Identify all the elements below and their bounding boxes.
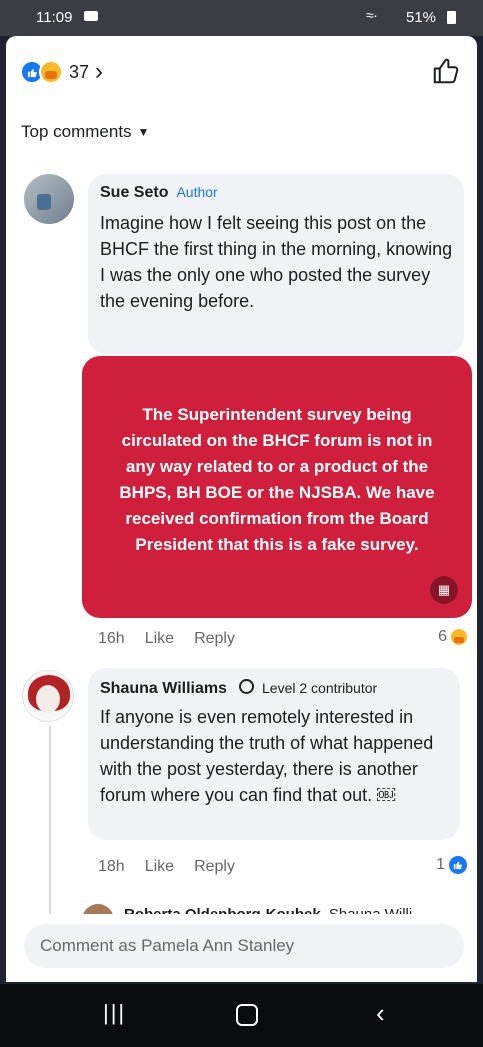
comment-reaction-count: 6 — [438, 628, 447, 645]
comment-bubble: Shauna Williams Level 2 contributor If a… — [88, 668, 460, 840]
chevron-right-icon: › — [95, 58, 104, 85]
comment-input[interactable]: Comment as Pamela Ann Stanley — [24, 924, 464, 968]
comment-actions: 18h Like Reply — [98, 858, 235, 876]
message-notification-icon — [84, 11, 98, 21]
battery-icon — [447, 11, 456, 24]
contributor-badge: Level 2 contributor — [262, 680, 378, 696]
battery-percent: 51% — [406, 9, 437, 26]
like-post-button[interactable] — [431, 56, 461, 86]
care-reaction-icon — [451, 629, 467, 645]
comment-image[interactable]: The Superintendent survey being circulat… — [82, 356, 472, 618]
system-nav-bar: ||| ‹ — [0, 984, 483, 1047]
like-button[interactable]: Like — [145, 630, 174, 648]
comment-time: 16h — [98, 630, 125, 647]
sort-label: Top comments — [21, 122, 132, 141]
comment-author[interactable]: Sue Seto — [100, 184, 168, 202]
like-button[interactable]: Like — [145, 858, 174, 876]
reply-button[interactable]: Reply — [194, 858, 235, 876]
status-bar: 11:09 ≈∙ 51% — [0, 0, 483, 36]
comment-actions: 16h Like Reply — [98, 630, 235, 648]
comment-reactions[interactable]: 1 — [436, 856, 467, 874]
reply-thread-line — [49, 726, 51, 922]
chevron-down-icon: ▼ — [137, 125, 150, 139]
avatar[interactable] — [24, 174, 74, 224]
care-reaction-icon — [39, 60, 63, 84]
comments-sheet: 37 › Top comments ▼ Sue Seto Author Imag… — [6, 36, 477, 982]
contributor-badge-icon — [239, 679, 254, 694]
reactions-summary[interactable]: 37 › — [20, 58, 103, 86]
comment-author[interactable]: Shauna Williams — [100, 680, 227, 698]
status-time: 11:09 — [36, 9, 73, 26]
comment-sort-dropdown[interactable]: Top comments ▼ — [21, 122, 149, 142]
like-reaction-icon — [449, 856, 467, 874]
image-text: The Superintendent survey being circulat… — [119, 405, 435, 554]
avatar[interactable] — [22, 670, 74, 722]
home-button[interactable] — [236, 1004, 258, 1026]
comment-time: 18h — [98, 858, 125, 875]
scan-text-icon[interactable]: ▦ — [430, 576, 458, 604]
recents-button[interactable]: ||| — [103, 1000, 126, 1026]
comment-text: Imagine how I felt seeing this post on t… — [100, 213, 453, 311]
reaction-count: 37 — [69, 61, 90, 82]
comment-reaction-count: 1 — [436, 856, 445, 873]
comment-text: If anyone is even remotely interested in… — [100, 707, 434, 805]
comment-bubble: Sue Seto Author Imagine how I felt seein… — [88, 174, 464, 354]
author-badge: Author — [176, 184, 218, 200]
thumbs-up-icon — [433, 58, 459, 84]
comment-composer: Comment as Pamela Ann Stanley — [6, 914, 477, 982]
reply-button[interactable]: Reply — [194, 630, 235, 648]
wifi-signal-icon: ≈∙ — [366, 7, 378, 23]
back-button[interactable]: ‹ — [376, 998, 385, 1029]
comment-reactions[interactable]: 6 — [438, 628, 467, 646]
